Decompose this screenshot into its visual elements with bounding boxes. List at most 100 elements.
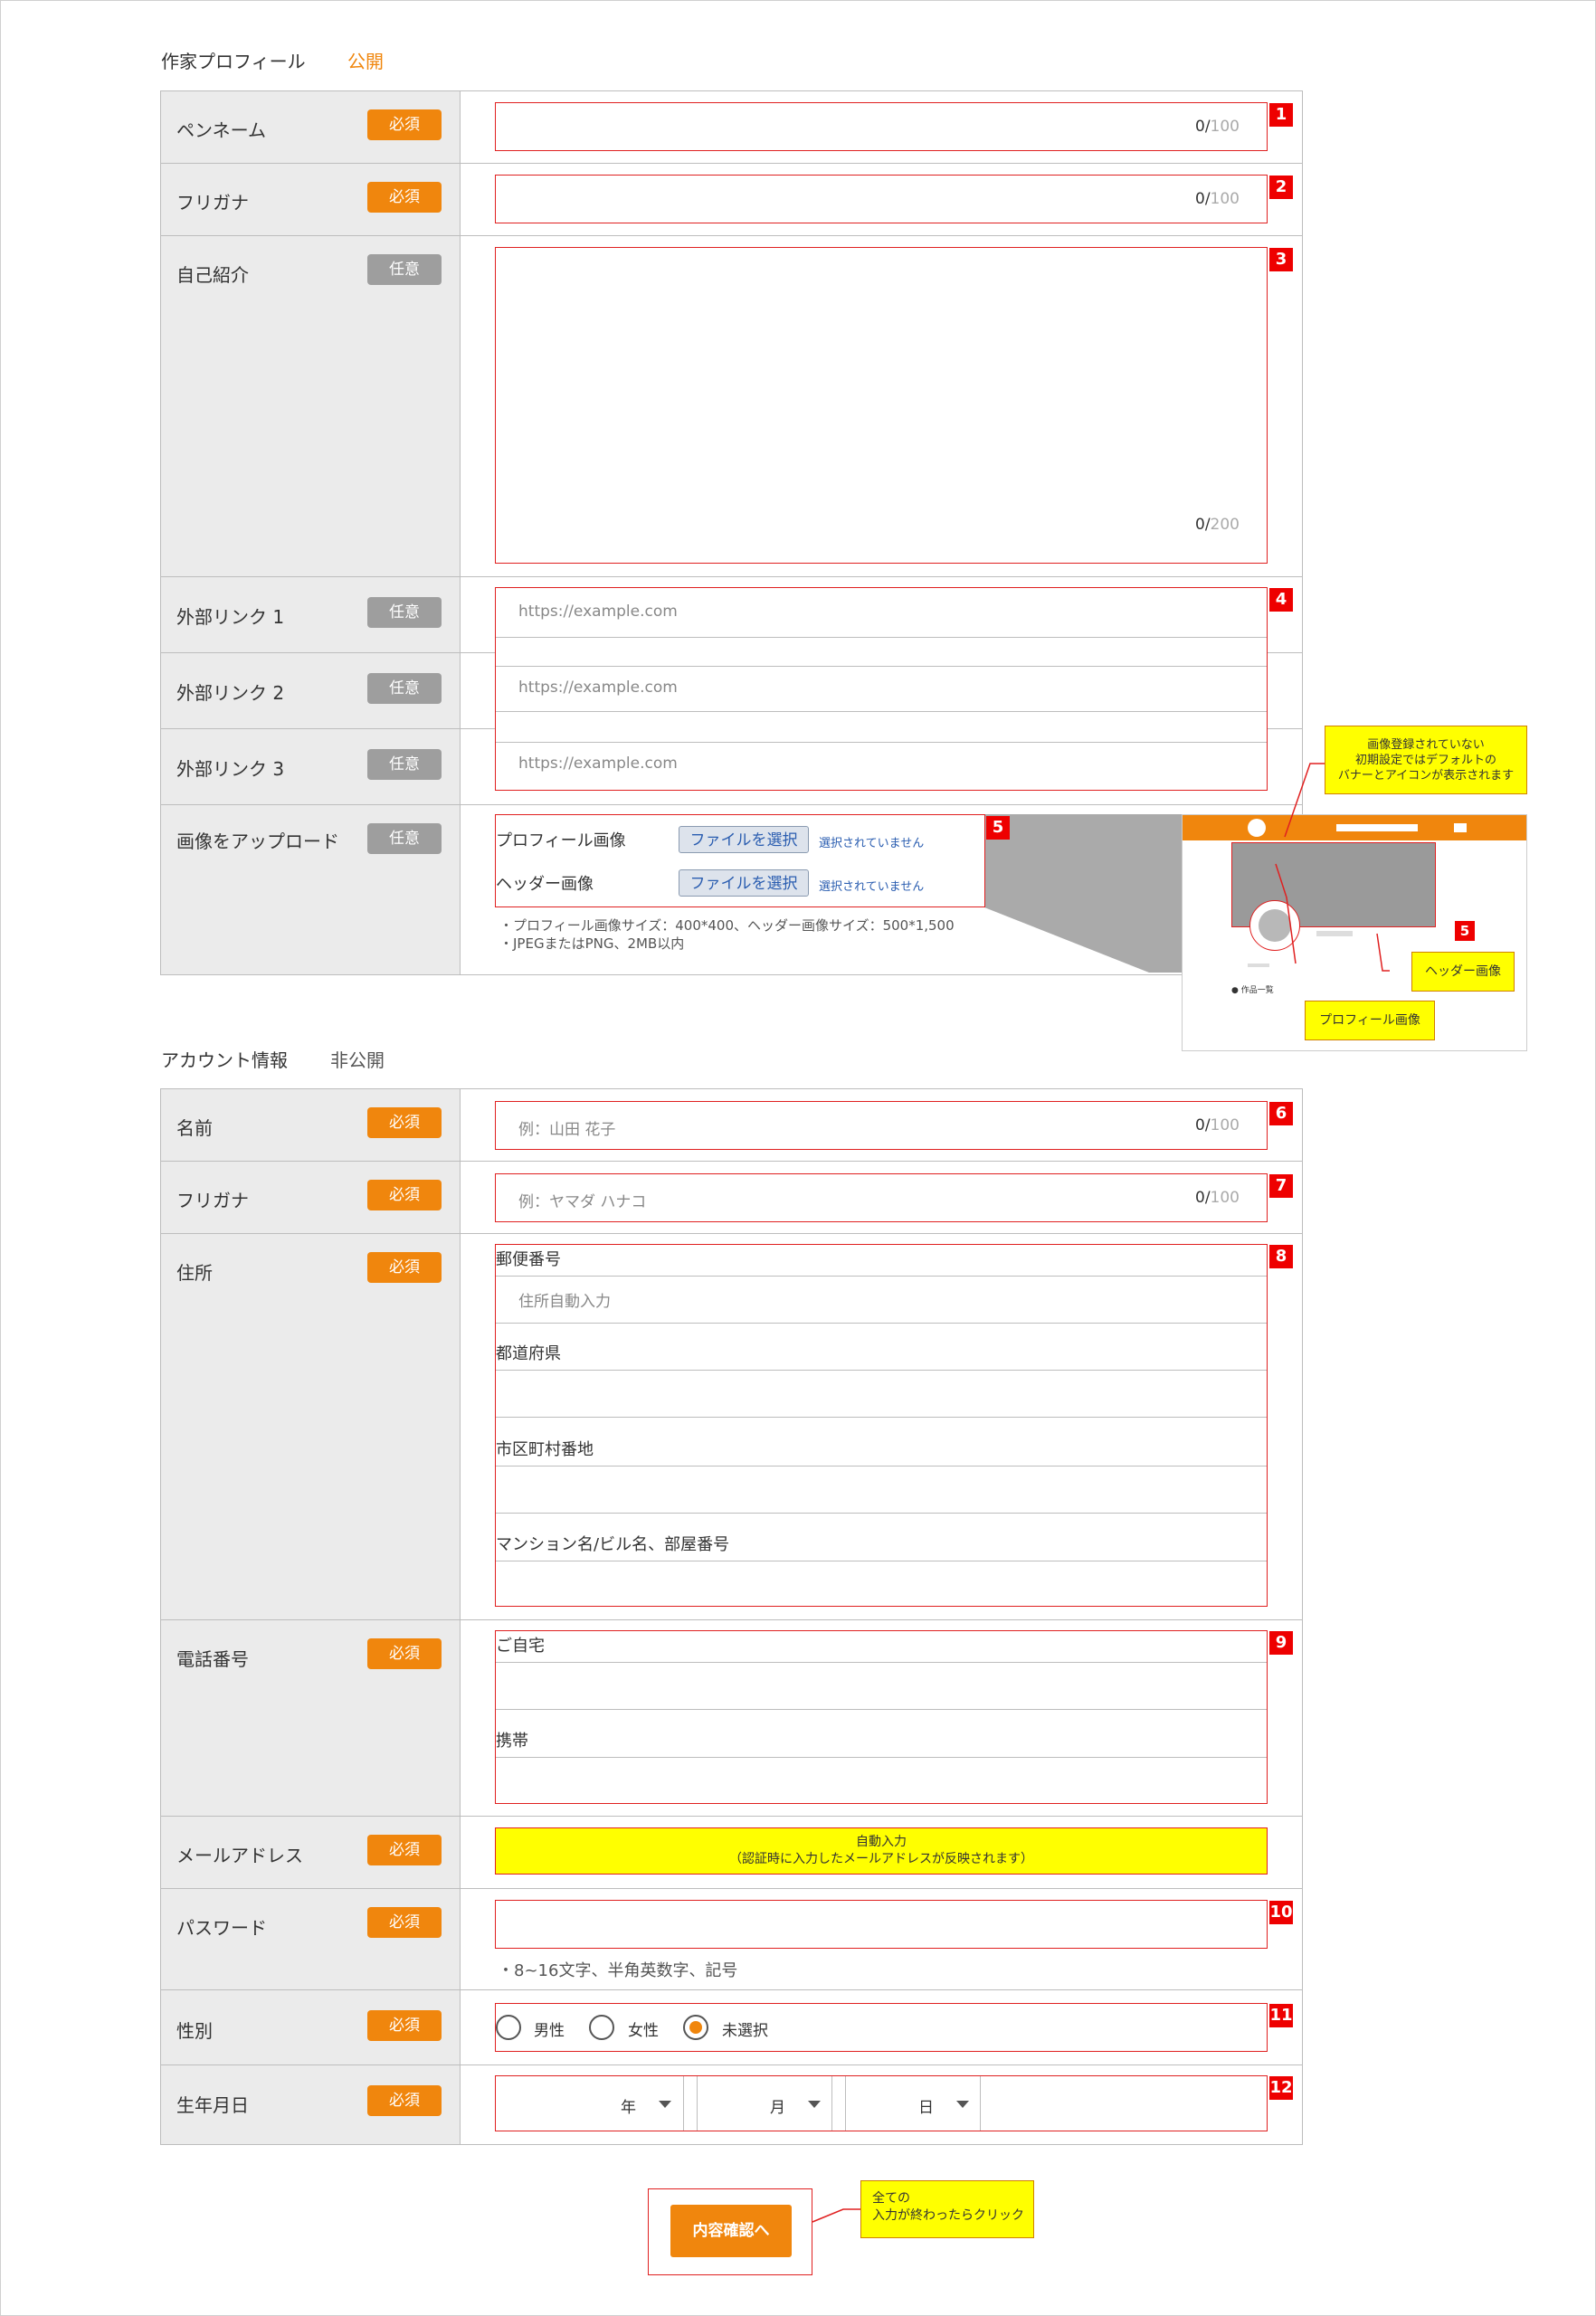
marker-4: 4 [1269, 588, 1293, 612]
account-label-column [161, 1089, 461, 2144]
required-badge: 必須 [367, 1835, 442, 1865]
prefecture-input[interactable] [496, 1371, 1267, 1418]
link3-label: 外部リンク 3 [176, 758, 285, 780]
bio-textarea[interactable]: 0/200 [495, 247, 1268, 564]
optional-badge: 任意 [367, 254, 442, 285]
link1-input[interactable]: https://example.com [518, 603, 678, 621]
account-furigana-input[interactable]: 例：ヤマダ ハナコ 0/100 [495, 1173, 1268, 1222]
row-divider [161, 1161, 1302, 1162]
profile-image-file-button[interactable]: ファイルを選択 [679, 826, 809, 853]
marker-5: 5 [986, 816, 1010, 840]
bio-label: 自己紹介 [176, 264, 249, 286]
birth-month-label: 月 [770, 2099, 785, 2117]
penname-label: ペンネーム [176, 119, 266, 141]
gender-male-label: 男性 [534, 2022, 565, 2040]
marker-10: 10 [1269, 1901, 1293, 1924]
building-input[interactable] [496, 1561, 1267, 1607]
header-image-file-button[interactable]: ファイルを選択 [679, 869, 809, 897]
postal-code-input[interactable]: 住所自動入力 [518, 1288, 611, 1311]
optional-badge: 任意 [367, 749, 442, 780]
link2-input[interactable]: https://example.com [518, 679, 678, 697]
field-divider [496, 1513, 1267, 1514]
mobile-phone-label: 携帯 [496, 1732, 528, 1751]
required-badge: 必須 [367, 2010, 442, 2041]
account-furigana-placeholder: 例：ヤマダ ハナコ [518, 1193, 647, 1211]
optional-badge: 任意 [367, 597, 442, 628]
birth-day-label: 日 [918, 2099, 934, 2117]
marker-8: 8 [1269, 1245, 1293, 1268]
birth-month-select[interactable]: 月 [697, 2076, 832, 2131]
upload-box: プロフィール画像 ファイルを選択 選択されていません ヘッダー画像 ファイルを選… [495, 814, 985, 907]
account-furigana-counter: 0/100 [1195, 1189, 1240, 1207]
city-label: 市区町村番地 [496, 1440, 594, 1459]
penname-counter: 0/100 [1195, 118, 1240, 136]
gender-female-radio[interactable] [589, 2015, 614, 2040]
phone-group: ご自宅 携帯 [495, 1630, 1268, 1804]
furigana-label: フリガナ [176, 192, 249, 214]
field-divider [496, 742, 1267, 743]
penname-input[interactable]: 0/100 [495, 102, 1268, 151]
birth-year-label: 年 [621, 2099, 636, 2117]
row-divider [161, 2064, 1302, 2065]
row-divider [161, 576, 1302, 577]
field-divider [496, 637, 1267, 638]
mobile-phone-input[interactable] [496, 1758, 1267, 1803]
required-badge: 必須 [367, 182, 442, 213]
row-divider [161, 235, 1302, 236]
home-phone-input[interactable] [496, 1663, 1267, 1710]
marker-6: 6 [1269, 1102, 1293, 1125]
callout-header-image: ヘッダー画像 [1411, 952, 1515, 992]
gender-male-radio[interactable] [496, 2015, 521, 2040]
upload-label: 画像をアップロード [176, 831, 339, 852]
optional-badge: 任意 [367, 673, 442, 704]
link2-label: 外部リンク 2 [176, 682, 285, 704]
required-badge: 必須 [367, 2085, 442, 2116]
address-label: 住所 [176, 1262, 213, 1284]
marker-3: 3 [1269, 248, 1293, 271]
gender-female-label: 女性 [628, 2022, 659, 2040]
preview-projection [984, 814, 1185, 973]
birthday-label: 生年月日 [176, 2094, 249, 2116]
name-placeholder: 例：山田 花子 [518, 1121, 616, 1139]
furigana-input[interactable]: 0/100 [495, 175, 1268, 223]
name-counter: 0/100 [1195, 1116, 1240, 1134]
name-input[interactable]: 例：山田 花子 0/100 [495, 1101, 1268, 1150]
name-label: 名前 [176, 1117, 213, 1139]
field-divider [496, 1276, 1267, 1277]
row-divider [161, 1816, 1302, 1817]
callout-default-images: 画像登録されていない 初期設定ではデフォルトの バナーとアイコンが表示されます [1325, 726, 1527, 794]
callout-profile-image: プロフィール画像 [1305, 1001, 1435, 1040]
birth-year-select[interactable]: 年 [496, 2076, 684, 2131]
password-input[interactable] [495, 1900, 1268, 1949]
row-divider [161, 1888, 1302, 1889]
confirm-button[interactable]: 内容確認へ [670, 2205, 792, 2257]
bio-counter: 0/200 [1195, 516, 1240, 534]
marker-11: 11 [1269, 2004, 1293, 2027]
chevron-down-icon [956, 2101, 969, 2108]
upload-note-format: ・JPEGまたはPNG、2MB以内 [499, 935, 685, 952]
header-image-label: ヘッダー画像 [496, 875, 594, 894]
field-divider [496, 1323, 1267, 1324]
field-divider [496, 1417, 1267, 1418]
row-divider [161, 1233, 1302, 1234]
email-label: メールアドレス [176, 1845, 303, 1866]
marker-1: 1 [1269, 103, 1293, 127]
city-input[interactable] [496, 1466, 1267, 1514]
header-image-file-status: 選択されていません [819, 880, 925, 894]
password-label: パスワード [176, 1917, 267, 1939]
email-auto-field: 自動入力 （認証時に入力したメールアドレスが反映されます） [495, 1827, 1268, 1875]
marker-9: 9 [1269, 1631, 1293, 1655]
building-label: マンション名/ビル名、部屋番号 [496, 1535, 730, 1554]
optional-badge: 任意 [367, 823, 442, 854]
marker-12: 12 [1269, 2076, 1293, 2100]
external-links-group: https://example.com https://example.com … [495, 587, 1268, 791]
chevron-down-icon [659, 2101, 671, 2108]
postal-code-label: 郵便番号 [496, 1250, 561, 1269]
required-badge: 必須 [367, 1638, 442, 1669]
birth-day-select[interactable]: 日 [845, 2076, 981, 2131]
link3-input[interactable]: https://example.com [518, 755, 678, 773]
required-badge: 必須 [367, 1252, 442, 1283]
row-divider [161, 804, 1302, 805]
submit-callout: 全ての 入力が終わったらクリック [860, 2180, 1034, 2238]
gender-unselected-radio[interactable] [683, 2015, 708, 2040]
